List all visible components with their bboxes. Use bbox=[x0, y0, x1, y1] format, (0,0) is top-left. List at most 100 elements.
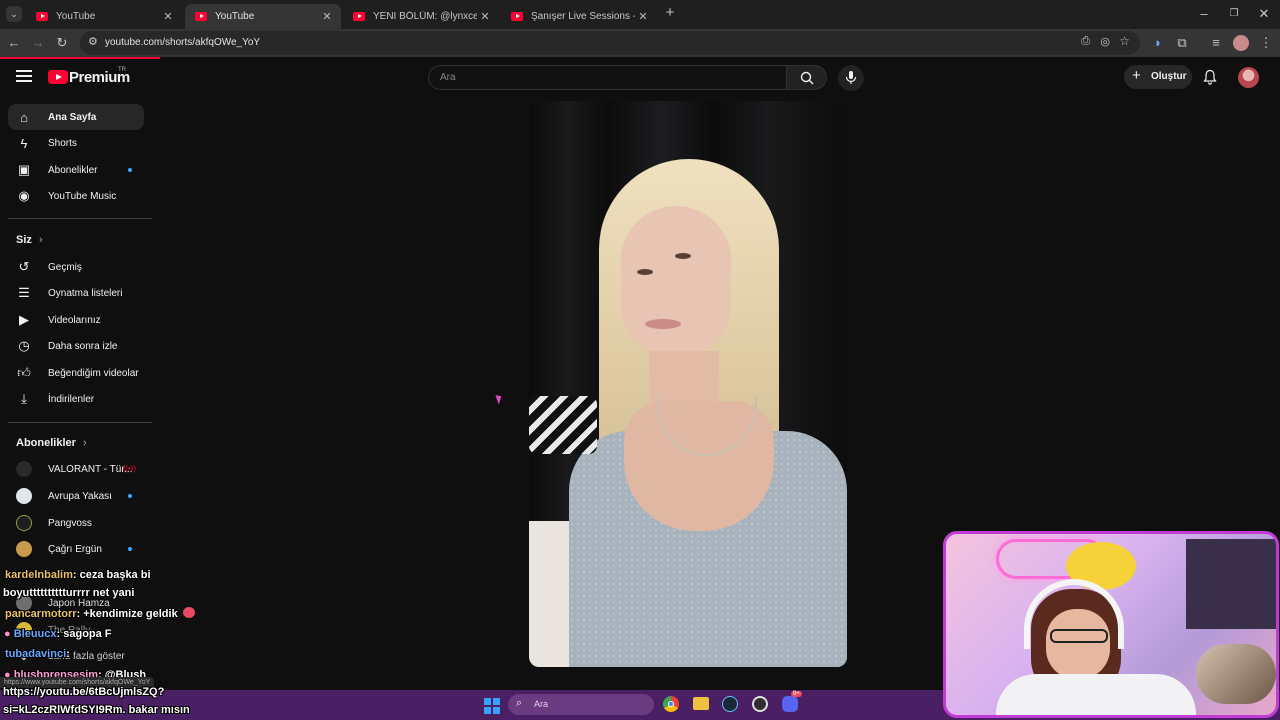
webcam-person-face bbox=[1046, 609, 1110, 679]
sidebar-item-liked-videos[interactable]: 👍︎ Beğendiğim videolar bbox=[8, 360, 144, 386]
music-icon: ◉ bbox=[18, 188, 30, 203]
extension-audio-icon[interactable]: ◗ bbox=[1150, 35, 1166, 51]
youtube-premium-logo[interactable]: Premium TR bbox=[48, 67, 138, 88]
sidebar-sub-pangvoss[interactable]: Pangvoss bbox=[8, 510, 144, 536]
chrome-taskbar-icon[interactable] bbox=[663, 696, 679, 712]
chat-username: pancarmotorr bbox=[5, 608, 77, 620]
account-avatar[interactable] bbox=[1238, 67, 1259, 88]
sidebar-item-downloads[interactable]: ⤓ İndirilenler bbox=[8, 386, 144, 412]
page-load-progress bbox=[0, 57, 1280, 60]
eye-off-icon[interactable]: ◎ bbox=[1100, 35, 1110, 48]
guide-menu-icon[interactable] bbox=[16, 70, 32, 84]
sidebar-item-label: Videolarınız bbox=[48, 314, 101, 326]
tab-close-icon[interactable]: ✕ bbox=[477, 10, 493, 23]
site-info-icon[interactable]: ⚙ bbox=[88, 35, 98, 48]
file-explorer-icon[interactable] bbox=[693, 697, 709, 710]
tab-search-icon[interactable]: ⌄ bbox=[6, 6, 22, 22]
minimize-icon[interactable]: – bbox=[1196, 6, 1212, 22]
person-eye-right bbox=[675, 253, 691, 259]
you-section-heading[interactable]: Siz › bbox=[16, 234, 43, 246]
chat-text: boyutttttttttturrrr net yani bbox=[3, 587, 135, 599]
windows-start-icon[interactable] bbox=[484, 698, 500, 714]
chat-message: boyutttttttttturrrr net yani bbox=[3, 587, 134, 599]
tab-close-icon[interactable]: ✕ bbox=[635, 10, 651, 23]
sidebar-sub-avrupa-yakasi[interactable]: Avrupa Yakası bbox=[8, 483, 144, 509]
notifications-bell-icon[interactable] bbox=[1203, 69, 1219, 85]
live-indicator-icon: ((•)) bbox=[122, 464, 136, 473]
back-icon[interactable]: ← bbox=[6, 35, 22, 51]
obs-icon[interactable] bbox=[752, 696, 768, 712]
address-bar[interactable]: ⚙ youtube.com/shorts/akfqOWe_YoY ⎙ ◎ ☆ bbox=[80, 31, 1140, 55]
sidebar-item-playlists[interactable]: ☰ Oynatma listeleri bbox=[8, 280, 144, 306]
reload-icon[interactable]: ↻ bbox=[54, 35, 70, 51]
steam-icon[interactable] bbox=[722, 696, 738, 712]
tab-yeni-bolum[interactable]: YENİ BÖLÜM: @lynxcerezz, @v ✕ bbox=[343, 4, 499, 29]
download-icon: ⤓ bbox=[21, 391, 27, 406]
channel-avatar bbox=[16, 488, 32, 504]
search-button[interactable] bbox=[786, 65, 827, 90]
country-badge: TR bbox=[118, 67, 126, 73]
your-videos-icon: ▶ bbox=[19, 312, 29, 327]
webcam-cat bbox=[1196, 644, 1276, 704]
sidebar-item-home[interactable]: ⌂ Ana Sayfa bbox=[8, 104, 144, 130]
close-window-icon[interactable]: ✕ bbox=[1256, 6, 1272, 22]
sidebar-item-subscriptions[interactable]: ▣ Abonelikler bbox=[8, 157, 144, 183]
discord-icon[interactable]: 9+ bbox=[782, 691, 802, 712]
home-icon: ⌂ bbox=[20, 109, 28, 125]
create-button[interactable]: + Oluştur bbox=[1124, 65, 1192, 89]
status-url-text: https://www.youtube.com/shorts/akfqOWe_Y… bbox=[4, 679, 151, 686]
forward-icon[interactable]: → bbox=[30, 35, 46, 51]
install-icon[interactable]: ⎙ bbox=[1081, 35, 1090, 48]
chevron-right-icon: › bbox=[38, 234, 43, 246]
webcam-glasses bbox=[1050, 629, 1108, 643]
browser-tab-bar: ⌄ YouTube ✕ YouTube ✕ YENİ BÖLÜM: @lynxc… bbox=[0, 0, 1280, 29]
shorts-video-player[interactable] bbox=[529, 101, 847, 667]
voice-search-button[interactable] bbox=[838, 65, 864, 91]
tab-saniser[interactable]: Şanışer Live Sessions - Çaresiz Y ✕ bbox=[501, 4, 657, 29]
taskbar-search-box[interactable]: ⌕ Ara bbox=[508, 694, 654, 715]
profile-avatar[interactable] bbox=[1233, 35, 1249, 51]
chat-message: https://youtu.be/6tBcUjmlsZQ? bbox=[3, 686, 164, 698]
webcam-shelf bbox=[1186, 539, 1276, 629]
chat-text: : sagopa F bbox=[56, 628, 112, 640]
sidebar-item-youtube-music[interactable]: ◉ YouTube Music bbox=[8, 183, 144, 209]
sidebar-item-label: İndirilenler bbox=[48, 393, 95, 405]
chat-username: kardelnbalim bbox=[5, 569, 73, 581]
url-text: youtube.com/shorts/akfqOWe_YoY bbox=[105, 37, 261, 48]
tab-youtube-1[interactable]: YouTube ✕ bbox=[26, 4, 182, 29]
search-icon bbox=[800, 71, 814, 85]
search-input[interactable]: Ara bbox=[428, 65, 786, 90]
tab-close-icon[interactable]: ✕ bbox=[160, 10, 176, 23]
microphone bbox=[529, 396, 597, 454]
new-content-dot bbox=[128, 494, 132, 498]
youtube-favicon-icon bbox=[511, 12, 523, 21]
reading-list-icon[interactable]: ≡ bbox=[1208, 35, 1224, 51]
youtube-favicon-icon bbox=[195, 12, 207, 21]
new-tab-button[interactable]: + bbox=[662, 5, 678, 21]
sidebar-item-history[interactable]: ↺ Geçmiş bbox=[8, 254, 144, 280]
bookmark-star-icon[interactable]: ☆ bbox=[1119, 34, 1130, 48]
sidebar-item-your-videos[interactable]: ▶ Videolarınız bbox=[8, 307, 144, 333]
history-icon: ↺ bbox=[18, 259, 30, 274]
subs-heading-label: Abonelikler bbox=[16, 437, 76, 449]
browser-menu-icon[interactable]: ⋮ bbox=[1258, 35, 1274, 51]
youtube-play-icon bbox=[48, 70, 68, 84]
mouse-cursor-icon bbox=[495, 393, 504, 405]
sidebar-sub-valorant[interactable]: VALORANT - Tür... ((•)) bbox=[8, 456, 144, 482]
streamer-webcam bbox=[943, 531, 1279, 718]
sidebar-sub-cagri-ergun[interactable]: Çağrı Ergün bbox=[8, 536, 144, 562]
playlist-icon: ☰ bbox=[18, 285, 30, 300]
sidebar-item-shorts[interactable]: ϟ Shorts bbox=[8, 130, 144, 156]
maximize-icon[interactable]: ❐ bbox=[1226, 6, 1242, 22]
chat-message: kardelnbalim: ceza başka bi bbox=[5, 569, 151, 581]
sidebar-item-label: YouTube Music bbox=[48, 190, 117, 202]
chat-username: tubadavinci bbox=[5, 648, 67, 660]
sidebar-item-watch-later[interactable]: ◷ Daha sonra izle bbox=[8, 333, 144, 359]
chat-username: Bleuucx bbox=[13, 628, 57, 640]
tab-label: YouTube bbox=[215, 11, 255, 22]
tab-youtube-2[interactable]: YouTube ✕ bbox=[185, 4, 341, 29]
watch-later-icon: ◷ bbox=[18, 338, 30, 353]
tab-close-icon[interactable]: ✕ bbox=[319, 10, 335, 23]
subscriptions-section-heading[interactable]: Abonelikler › bbox=[16, 437, 87, 449]
extensions-icon[interactable]: ⧉ bbox=[1174, 35, 1190, 51]
